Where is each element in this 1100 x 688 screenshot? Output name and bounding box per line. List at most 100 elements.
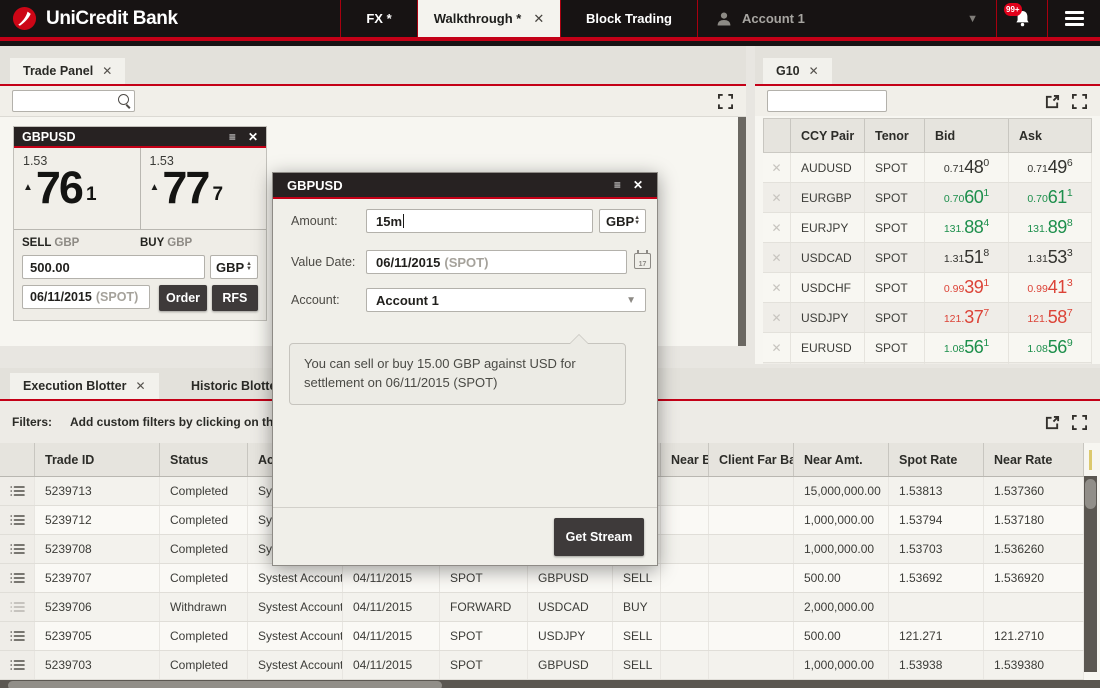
g10-search[interactable] [767, 90, 887, 112]
bid-cell[interactable]: 121.377 [925, 303, 1009, 332]
row-menu-icon[interactable] [0, 564, 35, 592]
amount-field[interactable]: 500.00 [22, 255, 205, 279]
ask-cell[interactable]: 1.31533 [1009, 243, 1092, 272]
menu-icon[interactable]: ≡ [614, 178, 621, 192]
close-icon[interactable]: ✕ [633, 178, 643, 192]
bid-cell[interactable]: 1.31518 [925, 243, 1009, 272]
remove-quote-icon[interactable]: ✕ [763, 213, 791, 242]
remove-quote-icon[interactable]: ✕ [763, 333, 791, 362]
order-button[interactable]: Order [159, 285, 206, 311]
bid-cell[interactable]: 131.884 [925, 213, 1009, 242]
get-stream-button[interactable]: Get Stream [554, 518, 644, 556]
hamburger-menu-icon[interactable] [1047, 0, 1100, 37]
row-menu-icon[interactable] [0, 593, 35, 621]
ask-cell[interactable]: 0.99413 [1009, 273, 1092, 302]
row-menu-icon[interactable] [0, 477, 35, 505]
ask-cell[interactable]: 0.70611 [1009, 183, 1092, 212]
column-header[interactable]: Near Base [661, 443, 709, 476]
column-drag-handle[interactable] [1089, 450, 1092, 470]
trade-panel-search[interactable] [12, 90, 135, 112]
close-icon[interactable]: ✕ [102, 64, 112, 78]
bid-cell[interactable]: 1.53761 [925, 363, 1009, 364]
trade-row[interactable]: 5239705CompletedSystest Account04/11/201… [0, 622, 1084, 651]
rfs-button[interactable]: RFS [212, 285, 258, 311]
column-header[interactable]: Spot Rate [889, 443, 984, 476]
account-selector[interactable]: Account 1 ▼ [697, 0, 996, 37]
ask-cell[interactable]: 131.898 [1009, 213, 1092, 242]
horizontal-scrollbar[interactable] [0, 680, 1100, 688]
close-icon[interactable]: ✕ [533, 11, 544, 27]
quote-row[interactable]: ✕USDCADSPOT1.315181.31533 [763, 243, 1092, 273]
remove-quote-icon[interactable]: ✕ [763, 273, 791, 302]
search-input[interactable] [13, 91, 134, 111]
column-header[interactable]: Near Amt. [794, 443, 889, 476]
value-date-input[interactable]: 06/11/2015 (SPOT) [366, 250, 627, 274]
trade-row[interactable]: 5239706WithdrawnSystest Account04/11/201… [0, 593, 1084, 622]
ask-cell[interactable]: 1.08569 [1009, 333, 1092, 362]
ask-cell[interactable]: 0.71496 [1009, 153, 1092, 182]
expand-icon[interactable] [1071, 93, 1088, 110]
vertical-scrollbar[interactable] [1084, 476, 1097, 672]
column-header[interactable]: Near Rate [984, 443, 1084, 476]
bid-cell[interactable]: 1.08561 [925, 333, 1009, 362]
topbar-tab-walkthrough[interactable]: Walkthrough * ✕ [417, 0, 560, 37]
quote-row[interactable]: ✕EURJPYSPOT131.884131.898 [763, 213, 1092, 243]
tab-g10[interactable]: G10 ✕ [763, 58, 832, 84]
column-header[interactable]: Trade ID [35, 443, 160, 476]
currency-selector[interactable]: GBP ▲▼ [599, 209, 646, 233]
notifications-button[interactable]: 99+ [996, 0, 1047, 37]
popout-icon[interactable] [1044, 414, 1061, 431]
expand-icon[interactable] [717, 93, 734, 110]
remove-quote-icon[interactable]: ✕ [763, 153, 791, 182]
quote-row[interactable]: ✕EURGBPSPOT0.706010.70611 [763, 183, 1092, 213]
row-menu-icon[interactable] [0, 506, 35, 534]
vertical-scrollbar[interactable] [738, 117, 746, 346]
account-dropdown[interactable]: Account 1 ▼ [366, 288, 646, 312]
bid-price-button[interactable]: 1.53 ▲ 76 1 [14, 148, 140, 229]
remove-quote-icon[interactable]: ✕ [763, 183, 791, 212]
column-header[interactable]: CCY Pair [791, 119, 865, 152]
currency-selector[interactable]: GBP ▲▼ [210, 255, 258, 279]
close-icon[interactable]: ✕ [248, 130, 258, 144]
quote-row[interactable]: ✕USDCHFSPOT0.993910.99413 [763, 273, 1092, 303]
ask-cell[interactable]: 121.587 [1009, 303, 1092, 332]
topbar-tab-fx[interactable]: FX * [340, 0, 417, 37]
dialog-header[interactable]: GBPUSD ≡ ✕ [273, 173, 657, 199]
row-menu-icon[interactable] [0, 651, 35, 679]
popout-icon[interactable] [1044, 93, 1061, 110]
scrollbar-thumb[interactable] [8, 681, 442, 688]
row-menu-icon[interactable] [0, 535, 35, 563]
column-header[interactable] [0, 443, 35, 476]
column-header[interactable]: Bid [925, 119, 1009, 152]
remove-quote-icon[interactable]: ✕ [763, 303, 791, 332]
ask-price-button[interactable]: 1.53 ▲ 77 7 [140, 148, 267, 229]
value-date-field[interactable]: 06/11/2015 (SPOT) [22, 285, 150, 309]
search-input[interactable] [768, 91, 886, 111]
quote-row[interactable]: ✕GBPUSDSPOT1.537611.53777 [763, 363, 1092, 364]
column-header[interactable]: Client Far Base [709, 443, 794, 476]
trade-row[interactable]: 5239703CompletedSystest Account04/11/201… [0, 651, 1084, 680]
menu-icon[interactable]: ≡ [229, 130, 236, 144]
bid-cell[interactable]: 0.70601 [925, 183, 1009, 212]
close-icon[interactable]: ✕ [809, 64, 819, 78]
remove-quote-icon[interactable]: ✕ [763, 243, 791, 272]
ask-cell[interactable]: 1.53777 [1009, 363, 1092, 364]
bid-cell[interactable]: 0.71480 [925, 153, 1009, 182]
row-menu-icon[interactable] [0, 622, 35, 650]
tab-execution-blotter[interactable]: Execution Blotter ✕ [10, 373, 159, 399]
column-header[interactable] [763, 119, 791, 152]
expand-icon[interactable] [1071, 414, 1088, 431]
tab-trade-panel[interactable]: Trade Panel ✕ [10, 58, 125, 84]
scrollbar-thumb[interactable] [1085, 479, 1096, 509]
topbar-tab-block-trading[interactable]: Block Trading [560, 0, 697, 37]
quote-row[interactable]: ✕USDJPYSPOT121.377121.587 [763, 303, 1092, 333]
calendar-icon[interactable]: 17 [634, 253, 651, 269]
remove-quote-icon[interactable]: ✕ [763, 363, 791, 364]
bid-cell[interactable]: 0.99391 [925, 273, 1009, 302]
column-header[interactable]: Ask [1009, 119, 1092, 152]
close-icon[interactable]: ✕ [136, 379, 146, 393]
column-header[interactable]: Status [160, 443, 248, 476]
column-header[interactable]: Tenor [865, 119, 925, 152]
amount-input[interactable]: 15m [366, 209, 593, 233]
quote-row[interactable]: ✕AUDUSDSPOT0.714800.71496 [763, 153, 1092, 183]
